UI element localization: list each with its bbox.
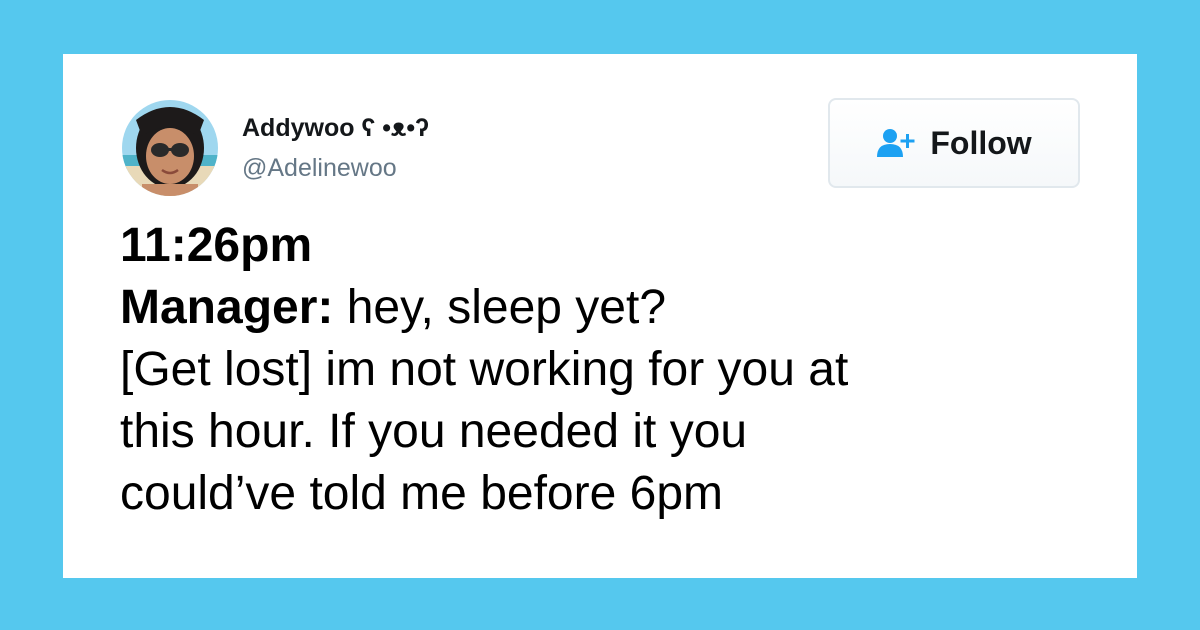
display-name[interactable]: Addywoo ʕ •ᴥ•ʔ [242,114,429,143]
tweet-reply-line-2: this hour. If you needed it you [120,405,748,458]
avatar[interactable] [122,100,218,196]
user-handle[interactable]: @Adelinewoo [242,154,397,183]
tweet-manager-line: Manager: hey, sleep yet? [120,277,1100,339]
tweet-text: 11:26pm Manager: hey, sleep yet? [Get lo… [120,215,1100,525]
tweet-reply-line-1: [Get lost] im not working for you at [120,343,849,396]
avatar-photo [122,100,218,196]
speaker-label: Manager: [120,281,334,334]
manager-quote: hey, sleep yet? [333,281,667,334]
tweet-reply-line-3: could’ve told me before 6pm [120,467,723,520]
tweet-card: Addywoo ʕ •ᴥ•ʔ @Adelinewoo Follow 11:26p… [63,54,1137,578]
follow-button-label: Follow [930,124,1032,161]
tweet-time-line: 11:26pm [120,219,313,272]
follow-button[interactable]: Follow [828,98,1080,188]
add-user-icon [876,128,916,158]
